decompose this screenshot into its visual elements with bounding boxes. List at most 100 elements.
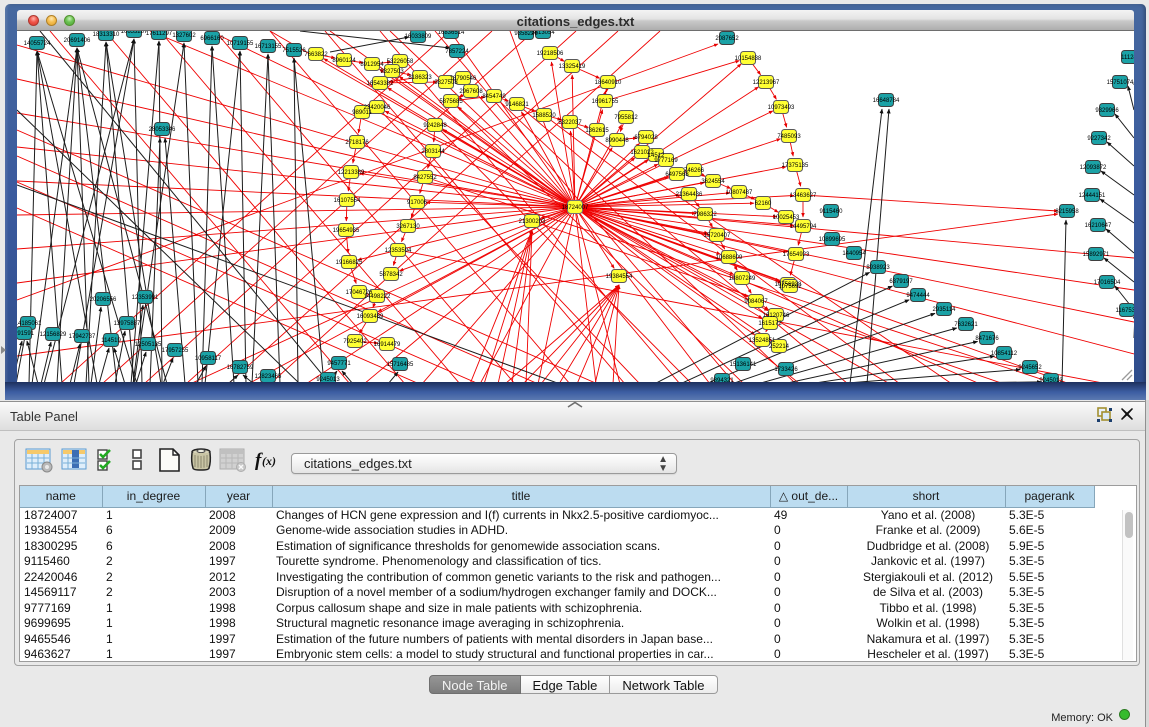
svg-text:10958117: 10958117 xyxy=(195,356,222,362)
svg-text:14055724: 14055724 xyxy=(24,41,51,47)
svg-text:8990448: 8990448 xyxy=(605,138,629,144)
svg-text:13463627: 13463627 xyxy=(790,193,817,199)
svg-text:9358226: 9358226 xyxy=(514,31,538,37)
svg-text:3624554: 3624554 xyxy=(701,179,725,185)
svg-text:16648784: 16648784 xyxy=(873,98,900,104)
svg-text:19654935: 19654935 xyxy=(333,228,360,234)
svg-text:17942737: 17942737 xyxy=(69,334,96,340)
svg-text:18790546: 18790546 xyxy=(450,76,477,82)
svg-text:10899695: 10899695 xyxy=(819,237,846,243)
svg-text:7663822: 7663822 xyxy=(304,52,328,58)
svg-text:13325419: 13325419 xyxy=(559,64,586,70)
svg-text:8454749: 8454749 xyxy=(482,94,506,100)
svg-text:9457771: 9457771 xyxy=(327,361,351,367)
svg-text:9245652: 9245652 xyxy=(1018,365,1042,371)
svg-text:17611297: 17611297 xyxy=(146,31,173,37)
svg-text:8427552: 8427552 xyxy=(413,175,437,181)
svg-text:14495794: 14495794 xyxy=(790,224,817,230)
svg-text:2718176: 2718176 xyxy=(345,140,369,146)
svg-text:20691406: 20691406 xyxy=(64,38,91,44)
svg-text:15716485: 15716485 xyxy=(387,362,414,368)
svg-text:7515526: 7515526 xyxy=(282,48,306,54)
svg-text:16033809: 16033809 xyxy=(405,34,432,40)
svg-text:16782759: 16782759 xyxy=(227,365,254,371)
svg-text:16961755: 16961755 xyxy=(592,99,619,105)
svg-text:16120746: 16120746 xyxy=(763,313,790,319)
svg-text:7632621: 7632621 xyxy=(954,322,978,328)
svg-text:20206556: 20206556 xyxy=(90,297,117,303)
svg-text:12444151: 12444151 xyxy=(1079,193,1106,199)
svg-text:15136141: 15136141 xyxy=(730,362,757,368)
svg-text:989011: 989011 xyxy=(352,110,372,116)
svg-text:8960124: 8960124 xyxy=(332,58,356,64)
svg-text:9115460: 9115460 xyxy=(820,209,844,215)
svg-text:18724007: 18724007 xyxy=(562,205,589,211)
svg-text:18313310: 18313310 xyxy=(93,32,120,38)
svg-text:8471676: 8471676 xyxy=(975,336,999,342)
svg-text:114519: 114519 xyxy=(101,338,121,344)
svg-text:16713155: 16713155 xyxy=(255,44,282,50)
svg-text:10807487: 10807487 xyxy=(726,190,753,196)
svg-text:16210647: 16210647 xyxy=(1085,223,1112,229)
svg-text:19166825: 19166825 xyxy=(336,260,363,266)
svg-text:9146821: 9146821 xyxy=(505,102,529,108)
svg-text:7986322: 7986322 xyxy=(693,212,717,218)
svg-text:8215958: 8215958 xyxy=(1055,209,1079,215)
svg-text:17375135: 17375135 xyxy=(782,163,809,169)
svg-text:7955812: 7955812 xyxy=(614,115,638,121)
svg-text:6966160: 6966160 xyxy=(200,36,224,42)
svg-text:3267130: 3267130 xyxy=(396,224,420,230)
svg-text:2967608: 2967608 xyxy=(459,89,483,95)
svg-text:18640910: 18640910 xyxy=(595,80,622,86)
svg-text:19218506: 19218506 xyxy=(537,51,564,57)
svg-text:17654923: 17654923 xyxy=(783,252,810,258)
svg-text:10719155: 10719155 xyxy=(227,41,254,47)
svg-text:12353594: 12353594 xyxy=(385,248,412,254)
svg-text:15892971: 15892971 xyxy=(1083,252,1110,258)
svg-text:17016504: 17016504 xyxy=(1094,280,1121,286)
svg-text:11124: 11124 xyxy=(1121,55,1134,61)
svg-text:15720407: 15720407 xyxy=(704,233,731,239)
svg-text:917006: 917006 xyxy=(407,200,428,206)
svg-text:12213389: 12213389 xyxy=(338,170,365,176)
svg-text:1362615: 1362615 xyxy=(585,128,609,134)
svg-text:1327602: 1327602 xyxy=(172,33,196,39)
svg-text:2803144: 2803144 xyxy=(421,149,445,155)
svg-text:10854112: 10854112 xyxy=(991,351,1018,357)
svg-text:16093489: 16093489 xyxy=(357,314,384,320)
svg-text:5875685: 5875685 xyxy=(439,99,463,105)
svg-text:62160: 62160 xyxy=(755,201,772,207)
svg-text:14498222: 14498222 xyxy=(364,294,391,300)
svg-text:7925402: 7925402 xyxy=(343,339,367,345)
svg-text:21300203: 21300203 xyxy=(519,219,546,225)
svg-text:252214: 252214 xyxy=(769,344,790,350)
svg-text:15751074: 15751074 xyxy=(1107,80,1134,86)
svg-text:10653287: 10653287 xyxy=(121,31,148,35)
svg-text:9242848: 9242848 xyxy=(423,123,447,129)
svg-text:2087652: 2087652 xyxy=(715,36,739,42)
svg-text:12823465: 12823465 xyxy=(255,374,282,380)
svg-text:9777169: 9777169 xyxy=(654,158,678,164)
svg-text:7857224: 7857224 xyxy=(445,49,469,55)
svg-text:8938923: 8938923 xyxy=(866,265,890,271)
svg-text:13975887: 13975887 xyxy=(114,321,141,327)
svg-text:6379197: 6379197 xyxy=(889,279,913,285)
svg-text:5878342: 5878342 xyxy=(379,272,403,278)
svg-text:17957255: 17957255 xyxy=(162,348,189,354)
svg-text:1733426: 1733426 xyxy=(774,367,798,373)
svg-text:10154838: 10154838 xyxy=(735,56,762,62)
svg-text:1588520: 1588520 xyxy=(532,113,556,119)
svg-text:12093872: 12093872 xyxy=(1080,165,1107,171)
svg-text:746266: 746266 xyxy=(684,168,705,174)
svg-text:10688609: 10688609 xyxy=(716,255,743,261)
svg-text:391591: 391591 xyxy=(17,331,35,337)
svg-text:14185061: 14185061 xyxy=(17,321,42,327)
svg-text:16914479: 16914479 xyxy=(374,342,401,348)
svg-text:16543382: 16543382 xyxy=(367,81,394,87)
svg-text:2935114: 2935114 xyxy=(933,307,957,313)
svg-text:12156829: 12156829 xyxy=(40,332,67,338)
svg-text:12505135: 12505135 xyxy=(135,342,162,348)
svg-text:(x): (x) xyxy=(262,454,276,468)
svg-text:1440954: 1440954 xyxy=(842,251,866,257)
svg-text:1167534: 1167534 xyxy=(1116,308,1134,314)
